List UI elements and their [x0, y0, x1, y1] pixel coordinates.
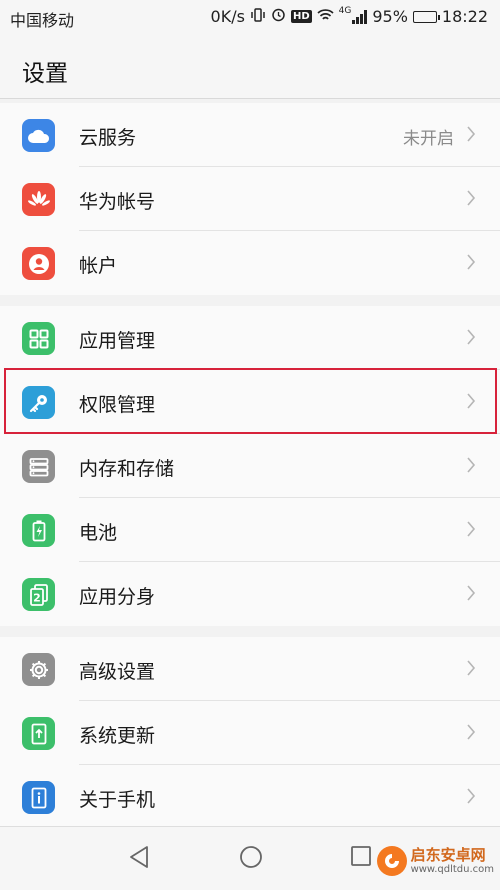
battery-icon — [22, 514, 55, 547]
chevron-right-icon — [467, 724, 476, 740]
settings-item-app-management[interactable]: 应用管理 — [0, 306, 500, 370]
status-icons: 0K/s HD 4G 95% 18:22 — [210, 5, 488, 27]
carrier-name: 中国移动 — [10, 11, 75, 30]
chevron-right-icon — [467, 660, 476, 676]
gear-icon — [22, 653, 55, 686]
highlight-box — [4, 368, 497, 434]
settings-item-label: 云服务 — [79, 127, 137, 149]
chevron-right-icon — [467, 126, 476, 142]
watermark-logo-icon — [376, 846, 407, 876]
battery-status-icon — [412, 10, 440, 23]
chevron-right-icon — [467, 190, 476, 206]
settings-item-label: 高级设置 — [79, 661, 156, 683]
user-icon — [22, 247, 55, 280]
settings-item-label: 应用管理 — [79, 330, 156, 352]
settings-item-label: 电池 — [79, 522, 118, 544]
recent-apps-icon[interactable] — [350, 845, 372, 867]
settings-item-advanced[interactable]: 高级设置 — [0, 637, 500, 701]
settings-item-label: 应用分身 — [79, 586, 156, 608]
alarm-icon — [271, 7, 286, 26]
chevron-right-icon — [467, 521, 476, 537]
cloud-icon — [22, 119, 55, 152]
network-speed: 0K/s — [210, 7, 245, 26]
back-icon[interactable] — [128, 845, 150, 869]
settings-item-label: 帐户 — [79, 255, 118, 277]
chevron-right-icon — [467, 788, 476, 804]
home-icon[interactable] — [239, 845, 263, 869]
settings-item-label: 内存和存储 — [79, 458, 175, 480]
watermark-name: 启东安卓网 — [410, 846, 486, 865]
chevron-right-icon — [467, 585, 476, 601]
signal-icon — [352, 9, 368, 24]
settings-item-label: 华为帐号 — [79, 191, 156, 213]
app-twin-icon: 2 — [22, 578, 55, 611]
chevron-right-icon — [467, 329, 476, 345]
settings-group-system: 高级设置 系统更新 关于手机 — [0, 637, 500, 827]
hd-badge: HD — [290, 10, 312, 23]
settings-item-label: 关于手机 — [79, 789, 156, 811]
app-header: 设置 — [0, 34, 500, 99]
status-bar: 中国移动 0K/s HD 4G 95% 18:22 — [0, 0, 500, 34]
watermark-url: www.qdltdu.com — [410, 863, 494, 875]
apps-grid-icon — [22, 322, 55, 355]
system-update-icon — [22, 717, 55, 750]
settings-item-app-twin[interactable]: 2 应用分身 — [0, 562, 500, 626]
info-icon — [22, 781, 55, 814]
page-title: 设置 — [22, 61, 68, 87]
settings-item-huawei-id[interactable]: 华为帐号 — [0, 167, 500, 231]
settings-item-system-update[interactable]: 系统更新 — [0, 701, 500, 765]
settings-group-apps: 应用管理 权限管理 内存和存储 电池 2 应用分身 — [0, 306, 500, 626]
huawei-logo-icon — [22, 183, 55, 216]
chevron-right-icon — [467, 254, 476, 270]
network-type: 4G — [338, 5, 352, 16]
settings-item-value: 未开启 — [403, 129, 454, 149]
vibrate-icon — [250, 7, 266, 26]
battery-percent: 95% — [372, 7, 408, 26]
watermark: 启东安卓网 www.qdltdu.com — [376, 846, 494, 876]
wifi-icon — [317, 8, 334, 26]
clock-time: 18:22 — [441, 7, 488, 26]
storage-icon — [22, 450, 55, 483]
settings-item-accounts[interactable]: 帐户 — [0, 231, 500, 295]
settings-item-battery[interactable]: 电池 — [0, 498, 500, 562]
settings-item-about-phone[interactable]: 关于手机 — [0, 765, 500, 829]
chevron-right-icon — [467, 457, 476, 473]
settings-group-account: 云服务 未开启 华为帐号 帐户 — [0, 103, 500, 295]
svg-text:2: 2 — [33, 591, 41, 604]
settings-item-memory-storage[interactable]: 内存和存储 — [0, 434, 500, 498]
settings-item-cloud[interactable]: 云服务 未开启 — [0, 103, 500, 167]
settings-item-label: 系统更新 — [79, 725, 156, 747]
